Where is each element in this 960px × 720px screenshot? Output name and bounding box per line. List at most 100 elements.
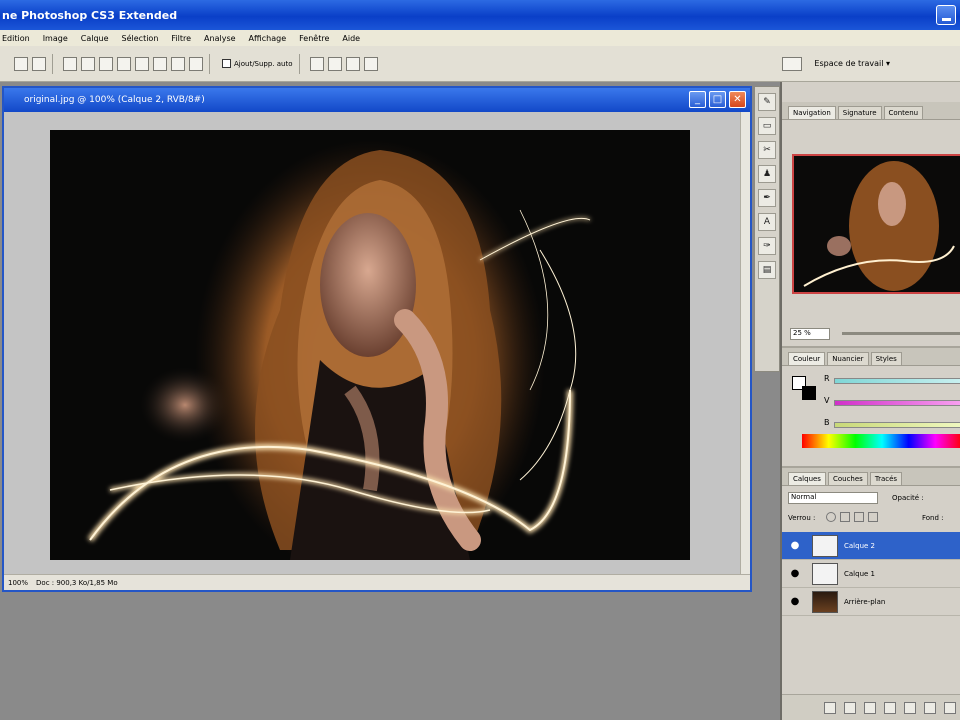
menu-image[interactable]: Image <box>43 34 68 43</box>
layer-thumbnail <box>812 590 838 613</box>
tab-signature[interactable]: Signature <box>837 106 882 119</box>
new-layer-icon[interactable] <box>924 701 936 714</box>
tool-preset-menu[interactable] <box>32 56 46 71</box>
menu-affichage[interactable]: Affichage <box>249 34 287 43</box>
brush-icon[interactable]: ✒ <box>758 189 776 207</box>
channel-v-label: V <box>824 396 830 405</box>
option-icon[interactable] <box>63 56 77 71</box>
auto-add-delete-label: Ajout/Supp. auto <box>234 59 293 68</box>
option-icon[interactable] <box>189 56 203 71</box>
navigator-thumbnail[interactable] <box>792 154 960 294</box>
layer-style-icon[interactable] <box>844 701 856 714</box>
document-statusbar: 100% Doc : 900,3 Ko/1,85 Mo <box>4 574 750 590</box>
adjustment-layer-icon[interactable] <box>884 701 896 714</box>
tab-contenu[interactable]: Contenu <box>883 106 924 119</box>
panel-dock: Navigation Signature Contenu 25 % Couleu… <box>780 82 960 720</box>
tab-nuancier[interactable]: Nuancier <box>827 352 869 365</box>
tab-calques[interactable]: Calques <box>788 472 826 485</box>
layer-row-calque-2[interactable]: ● Calque 2 <box>782 532 960 560</box>
document-titlebar[interactable]: original.jpg @ 100% (Calque 2, RVB/8#) _… <box>4 88 750 112</box>
zoom-readout[interactable]: 100% <box>8 579 28 587</box>
fill-label: Fond : <box>922 514 944 522</box>
tab-traces[interactable]: Tracés <box>869 472 903 485</box>
menu-aide[interactable]: Aide <box>342 34 360 43</box>
type-icon[interactable]: A <box>758 213 776 231</box>
doc-minimize-button[interactable]: _ <box>689 91 706 108</box>
option-icon[interactable] <box>171 56 185 71</box>
layers-footer <box>782 694 960 720</box>
menu-edition[interactable]: Edition <box>2 34 30 43</box>
bridge-icon[interactable] <box>782 56 803 71</box>
tab-couches[interactable]: Couches <box>827 472 868 485</box>
tools-panel: ✎ ▭ ✂ ♟ ✒ A ✑ ▤ <box>754 86 780 372</box>
vertical-scrollbar[interactable] <box>740 112 750 576</box>
new-group-icon[interactable] <box>904 701 916 714</box>
eraser-icon[interactable]: ▭ <box>758 117 776 135</box>
layer-thumbnail <box>812 562 838 585</box>
channel-r-label: R <box>824 374 830 383</box>
path-op-icon[interactable] <box>363 56 378 71</box>
path-op-icon[interactable] <box>327 56 342 71</box>
doc-close-button[interactable]: ✕ <box>729 91 746 108</box>
stamp-icon[interactable]: ♟ <box>758 165 776 183</box>
woman-portrait-image <box>87 140 591 560</box>
workspace-menu[interactable]: Espace de travail ▾ <box>814 59 890 68</box>
option-icon[interactable] <box>135 56 149 71</box>
doc-maximize-button[interactable]: □ <box>709 91 726 108</box>
trash-icon[interactable] <box>944 701 956 714</box>
channel-r-slider[interactable] <box>834 378 960 384</box>
menu-calque[interactable]: Calque <box>81 34 109 43</box>
background-color-swatch[interactable] <box>802 386 816 400</box>
option-icon[interactable] <box>117 56 131 71</box>
blend-mode-select[interactable]: Normal <box>788 492 878 504</box>
scissors-icon[interactable]: ✂ <box>758 141 776 159</box>
document-title: original.jpg @ 100% (Calque 2, RVB/8#) <box>24 95 205 105</box>
color-panel: Couleur Nuancier Styles R V B <box>782 346 960 464</box>
layers-panel: Calques Couches Tracés Normal Opacité : … <box>782 466 960 720</box>
doc-size-info: Doc : 900,3 Ko/1,85 Mo <box>36 578 118 587</box>
path-op-icon[interactable] <box>309 56 324 71</box>
history-brush-icon[interactable]: ✎ <box>758 93 776 111</box>
option-icon[interactable] <box>81 56 95 71</box>
tool-preset-button[interactable] <box>14 56 28 71</box>
menu-filtre[interactable]: Filtre <box>171 34 191 43</box>
app-title: ne Photoshop CS3 Extended <box>2 8 178 22</box>
visibility-eye-icon[interactable]: ● <box>788 539 802 553</box>
layer-row-calque-1[interactable]: ● Calque 1 <box>782 560 960 588</box>
channel-b-label: B <box>824 418 830 427</box>
color-spectrum-bar[interactable] <box>802 434 960 448</box>
note-icon[interactable]: ▤ <box>758 261 776 279</box>
menu-analyse[interactable]: Analyse <box>204 34 236 43</box>
canvas-photo[interactable] <box>50 130 690 560</box>
tab-couleur[interactable]: Couleur <box>788 352 826 365</box>
blend-mode-value: Normal <box>791 493 817 501</box>
menu-fenetre[interactable]: Fenêtre <box>299 34 329 43</box>
canvas-area[interactable] <box>4 112 742 576</box>
document-window: original.jpg @ 100% (Calque 2, RVB/8#) _… <box>2 86 752 592</box>
channel-v-slider[interactable] <box>834 400 960 406</box>
visibility-eye-icon[interactable]: ● <box>788 567 802 581</box>
menu-bar: Edition Image Calque Sélection Filtre An… <box>0 30 960 46</box>
layer-thumbnail <box>812 534 838 557</box>
layer-name: Arrière-plan <box>844 597 886 606</box>
layer-name: Calque 1 <box>844 569 875 578</box>
lock-icons[interactable] <box>826 512 896 524</box>
link-layers-icon[interactable] <box>824 701 836 714</box>
visibility-eye-icon[interactable]: ● <box>788 595 802 609</box>
path-op-icon[interactable] <box>345 56 360 71</box>
options-bar: Ajout/Supp. auto Espace de travail ▾ <box>0 46 960 82</box>
pen-icon[interactable]: ✑ <box>758 237 776 255</box>
layer-row-arriere-plan[interactable]: ● Arrière-plan <box>782 588 960 616</box>
layer-mask-icon[interactable] <box>864 701 876 714</box>
tab-styles[interactable]: Styles <box>870 352 902 365</box>
navigator-zoom-slider[interactable] <box>842 332 960 335</box>
tab-navigation[interactable]: Navigation <box>788 106 836 119</box>
channel-b-slider[interactable] <box>834 422 960 428</box>
option-icon[interactable] <box>99 56 113 71</box>
navigator-panel: Navigation Signature Contenu 25 % <box>782 102 960 340</box>
auto-add-delete-checkbox[interactable] <box>222 59 231 68</box>
navigator-zoom-field[interactable]: 25 % <box>790 328 830 340</box>
menu-selection[interactable]: Sélection <box>122 34 159 43</box>
option-icon[interactable] <box>153 56 167 71</box>
minimize-button[interactable] <box>936 5 956 25</box>
